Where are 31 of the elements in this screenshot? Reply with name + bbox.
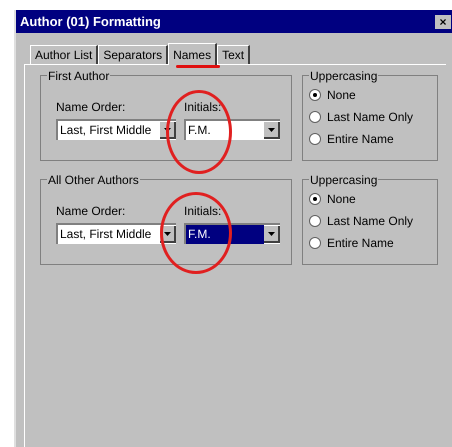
dropdown-value: Last, First Middle	[59, 226, 152, 243]
dropdown[interactable]: Last, First Middle	[56, 223, 176, 244]
radio-button[interactable]	[309, 89, 321, 101]
radio-label: Last Name Only	[327, 109, 414, 126]
dropdown[interactable]: F.M.	[184, 223, 280, 244]
radio-button[interactable]	[309, 237, 321, 249]
window-title: Author (01) Formatting	[20, 12, 161, 31]
field-label: Name Order:	[56, 99, 126, 116]
dropdown-value: F.M.	[187, 122, 212, 139]
radio-label: Entire Name	[327, 131, 394, 148]
dropdown-value: F.M.	[186, 225, 264, 244]
tab[interactable]: Names	[168, 43, 218, 65]
radio-button[interactable]	[309, 193, 321, 205]
tab[interactable]: Author List	[30, 45, 98, 64]
radio-button[interactable]	[309, 215, 321, 227]
field-label: Name Order:	[56, 203, 126, 220]
dropdown-value: Last, First Middle	[59, 122, 152, 139]
radio-label: None	[327, 87, 356, 104]
radio-label: Entire Name	[327, 235, 394, 252]
radio-label: None	[327, 191, 356, 208]
dropdown[interactable]: Last, First Middle	[56, 119, 176, 140]
radio-button[interactable]	[309, 133, 321, 145]
radio-button[interactable]	[309, 111, 321, 123]
field-label: Initials:	[184, 99, 222, 116]
radio-label: Last Name Only	[327, 213, 414, 230]
tab[interactable]: Separators	[98, 45, 168, 64]
annotation-underline	[176, 65, 220, 68]
field-label: Initials:	[184, 203, 222, 220]
close-button[interactable]: ×	[435, 14, 451, 28]
tab[interactable]: Text	[217, 45, 250, 64]
dropdown[interactable]: F.M.	[184, 119, 280, 140]
